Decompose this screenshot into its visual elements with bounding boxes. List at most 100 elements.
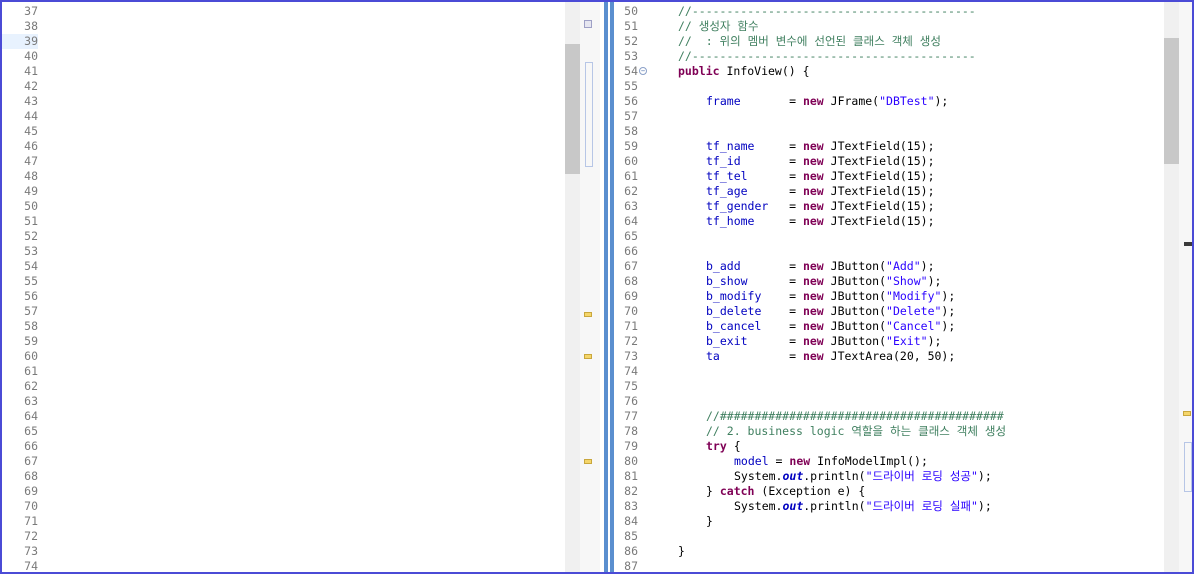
left-overview-warning-marker[interactable]	[584, 459, 592, 464]
code-token: =	[747, 169, 803, 183]
code-token: new	[802, 154, 824, 168]
code-token: //--------------------------------------…	[678, 49, 976, 63]
code-token: =	[740, 154, 803, 168]
left-line-number: 73	[24, 544, 38, 558]
left-line-number: 63	[24, 394, 38, 408]
right-line-number: 83	[624, 499, 638, 513]
code-token: {	[726, 439, 741, 453]
right-vertical-scrollbar-thumb[interactable]	[1164, 38, 1179, 164]
code-token: new	[802, 214, 824, 228]
code-token: "DBTest"	[879, 94, 935, 108]
right-line-number: 65	[624, 229, 638, 243]
left-line-number: 67	[24, 454, 38, 468]
code-token: try	[706, 439, 727, 453]
right-line-number: 62	[624, 184, 638, 198]
right-line-number: 66	[624, 244, 638, 258]
code-token: new	[802, 184, 824, 198]
code-line[interactable]: tf_gender = new JTextField(15);	[706, 199, 935, 214]
code-token: );	[927, 334, 942, 348]
right-overview-cursor-marker[interactable]	[1184, 242, 1192, 246]
code-line[interactable]: b_show = new JButton("Show");	[706, 274, 941, 289]
left-line-number: 39	[2, 34, 38, 49]
code-token: // : 위의 멤버 변수에 선언된 클래스 객체 생성	[678, 34, 941, 48]
compare-splitter[interactable]	[602, 2, 616, 572]
left-line-number: 69	[24, 484, 38, 498]
code-token: tf_age	[706, 184, 748, 198]
code-line[interactable]: b_exit = new JButton("Exit");	[706, 334, 941, 349]
code-token: model	[734, 454, 769, 468]
code-line[interactable]: tf_age = new JTextField(15);	[706, 184, 935, 199]
left-overview-grey-marker[interactable]	[584, 20, 592, 28]
code-line[interactable]: // 생성자 함수	[678, 19, 759, 34]
code-line[interactable]: b_delete = new JButton("Delete");	[706, 304, 955, 319]
left-overview-warning-marker[interactable]	[584, 354, 592, 359]
code-token: =	[761, 289, 803, 303]
code-token: InfoModelImpl();	[810, 454, 928, 468]
code-line[interactable]: //######################################…	[706, 409, 1004, 424]
code-line[interactable]: b_cancel = new JButton("Cancel");	[706, 319, 955, 334]
code-line[interactable]: System.out.println("드라이버 로딩 성공");	[734, 469, 992, 484]
left-vertical-scrollbar-thumb[interactable]	[565, 44, 580, 174]
left-line-number: 62	[24, 379, 38, 393]
code-token: JTextField(15);	[823, 199, 935, 213]
code-token: .println(	[803, 499, 866, 513]
right-line-number: 56	[624, 94, 638, 108]
right-line-number: 67	[624, 259, 638, 273]
code-token: catch	[719, 484, 755, 498]
code-token: tf_tel	[706, 169, 748, 183]
right-line-number: 86	[624, 544, 638, 558]
code-line[interactable]: tf_tel = new JTextField(15);	[706, 169, 935, 184]
right-line-number: 85	[624, 529, 638, 543]
code-token: b_add	[706, 259, 741, 273]
code-line[interactable]: }	[678, 544, 685, 559]
code-token: System.	[734, 499, 783, 513]
code-token: "Show"	[886, 274, 928, 288]
code-line[interactable]: //--------------------------------------…	[678, 49, 976, 64]
left-line-number: 43	[24, 94, 38, 108]
code-token: JTextField(15);	[823, 214, 935, 228]
code-token: b_show	[706, 274, 748, 288]
code-line[interactable]: tf_name = new JTextField(15);	[706, 139, 935, 154]
left-line-number: 53	[24, 244, 38, 258]
code-token: JTextField(15);	[823, 184, 935, 198]
code-token: =	[761, 319, 803, 333]
code-line[interactable]: tf_id = new JTextField(15);	[706, 154, 935, 169]
code-line[interactable]: // : 위의 멤버 변수에 선언된 클래스 객체 생성	[678, 34, 941, 49]
right-line-number: 71	[624, 319, 638, 333]
left-line-number: 41	[24, 64, 38, 78]
code-token: System.	[734, 469, 783, 483]
code-token: }	[706, 484, 720, 498]
fold-collapse-icon[interactable]: −	[639, 67, 647, 75]
code-token: =	[754, 139, 803, 153]
code-token: =	[747, 334, 803, 348]
code-token: );	[920, 259, 935, 273]
code-line[interactable]: } catch (Exception e) {	[706, 484, 865, 499]
left-line-number: 71	[24, 514, 38, 528]
code-line[interactable]: // 2. business logic 역할을 하는 클래스 객체 생성	[706, 424, 1006, 439]
left-line-number: 68	[24, 469, 38, 483]
right-line-number: 50	[624, 4, 638, 18]
code-line[interactable]: public InfoView() {	[678, 64, 810, 79]
left-line-number: 72	[24, 529, 38, 543]
code-line[interactable]: try {	[706, 439, 741, 454]
right-line-number: 55	[624, 79, 638, 93]
code-line[interactable]: b_modify = new JButton("Modify");	[706, 289, 955, 304]
right-line-number: 72	[624, 334, 638, 348]
code-line[interactable]: b_add = new JButton("Add");	[706, 259, 935, 274]
code-token: }	[706, 514, 713, 528]
code-token: b_cancel	[706, 319, 762, 333]
code-line[interactable]: frame = new JFrame("DBTest");	[706, 94, 948, 109]
right-overview-warning-marker[interactable]	[1183, 411, 1191, 416]
code-line[interactable]: tf_home = new JTextField(15);	[706, 214, 935, 229]
code-line[interactable]: //--------------------------------------…	[678, 4, 976, 19]
left-line-number: 74	[24, 559, 38, 573]
code-token: new	[802, 94, 824, 108]
code-line[interactable]: System.out.println("드라이버 로딩 실패");	[734, 499, 992, 514]
code-token: b_exit	[706, 334, 748, 348]
code-line[interactable]: model = new InfoModelImpl();	[734, 454, 928, 469]
code-token: new	[802, 349, 824, 363]
code-token: tf_home	[706, 214, 755, 228]
code-line[interactable]: ta = new JTextArea(20, 50);	[706, 349, 955, 364]
code-line[interactable]: }	[706, 514, 713, 529]
left-overview-warning-marker[interactable]	[584, 312, 592, 317]
